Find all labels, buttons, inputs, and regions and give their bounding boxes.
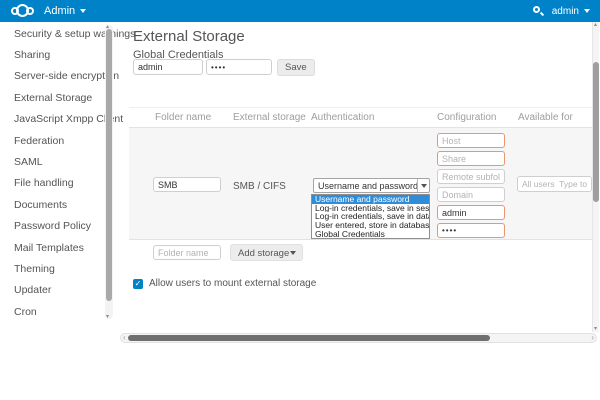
sidebar-item-theming[interactable]: Theming [0, 258, 104, 279]
storage-type-label: SMB / CIFS [233, 181, 286, 192]
allow-mount-checkbox[interactable]: ✓ [133, 279, 143, 289]
sidebar-scrollbar-thumb[interactable] [106, 29, 112, 301]
config-host-input[interactable] [437, 133, 505, 148]
auth-option-username-password[interactable]: Username and password [312, 195, 429, 204]
sidebar-item-file-handling[interactable]: File handling [0, 173, 104, 194]
horizontal-scrollbar[interactable]: ‹ › [120, 333, 597, 343]
sidebar-item-mail-templates[interactable]: Mail Templates [0, 237, 104, 258]
scroll-up-icon[interactable]: ▴ [594, 22, 597, 28]
sidebar-scrollbar[interactable]: ▴ ▾ [105, 25, 113, 319]
top-header-bar: Admin admin [0, 0, 600, 22]
user-menu-label: admin [552, 6, 579, 17]
sidebar-item-sharing[interactable]: Sharing [0, 44, 104, 65]
horizontal-scrollbar-thumb[interactable] [128, 335, 490, 341]
scroll-right-icon[interactable]: › [591, 334, 594, 342]
config-share-input[interactable] [437, 151, 505, 166]
auth-option-login-database[interactable]: Log-in credentials, save in database [312, 212, 429, 221]
user-menu-button[interactable]: admin [552, 0, 590, 22]
sidebar-item-cron[interactable]: Cron [0, 301, 104, 322]
sidebar-item-javascript-xmpp-client[interactable]: JavaScript Xmpp Client [0, 109, 104, 130]
app-menu-button[interactable]: Admin [44, 0, 86, 22]
allow-mount-row: ✓ Allow users to mount external storage [133, 278, 316, 289]
add-storage-select[interactable]: Add storage [230, 244, 303, 261]
col-header-authentication: Authentication [311, 112, 374, 123]
config-password-input[interactable] [437, 223, 505, 238]
sidebar-item-server-side-encryption[interactable]: Server-side encryption [0, 66, 104, 87]
col-header-external-storage: External storage [233, 112, 306, 123]
new-folder-name-input[interactable] [153, 245, 221, 260]
global-credentials-username-input[interactable] [133, 59, 203, 75]
sidebar-item-documents[interactable]: Documents [0, 194, 104, 215]
config-domain-input[interactable] [437, 187, 505, 202]
col-header-available-for: Available for [518, 112, 573, 123]
save-button[interactable]: Save [277, 59, 315, 76]
auth-option-user-entered-database[interactable]: User entered, store in database [312, 221, 429, 230]
authentication-dropdown-list: Username and password Log-in credentials… [311, 194, 430, 239]
sidebar-item-external-storage[interactable]: External Storage [0, 87, 104, 108]
vertical-scrollbar-thumb[interactable] [593, 62, 599, 202]
sidebar-item-saml[interactable]: SAML [0, 151, 104, 172]
page-title: External Storage [133, 28, 245, 45]
scroll-left-icon[interactable]: ‹ [123, 334, 126, 342]
col-header-configuration: Configuration [437, 112, 496, 123]
config-username-input[interactable] [437, 205, 505, 220]
vertical-scrollbar[interactable]: ▴ ▾ [592, 22, 599, 332]
app-menu-label: Admin [44, 5, 75, 17]
sidebar-item-security-setup-warnings[interactable]: Security & setup warnings [0, 23, 104, 44]
folder-name-input[interactable] [153, 177, 221, 192]
sidebar-item-federation[interactable]: Federation [0, 130, 104, 151]
config-remote-subfolder-input[interactable] [437, 169, 505, 184]
search-icon[interactable] [532, 5, 544, 17]
table-header-row: Folder name External storage Authenticat… [129, 107, 593, 128]
add-storage-row: Add storage [129, 240, 593, 265]
col-header-folder-name: Folder name [155, 112, 211, 123]
authentication-selected-value: Username and password [318, 181, 418, 191]
sidebar-item-updater[interactable]: Updater [0, 280, 104, 301]
sidebar-item-password-policy[interactable]: Password Policy [0, 216, 104, 237]
settings-sidebar: Security & setup warnings Sharing Server… [0, 22, 104, 322]
add-storage-label: Add storage [238, 248, 289, 259]
authentication-select[interactable]: Username and password [313, 178, 430, 193]
allow-mount-label: Allow users to mount external storage [149, 278, 316, 289]
caret-down-icon [80, 9, 86, 13]
available-for-input[interactable] [517, 176, 592, 192]
logo-circle [16, 4, 29, 17]
nextcloud-logo-icon [11, 4, 34, 17]
caret-down-icon [584, 9, 590, 13]
global-credentials-password-input[interactable] [206, 59, 272, 75]
auth-option-login-session[interactable]: Log-in credentials, save in session [312, 204, 429, 213]
scroll-down-icon[interactable]: ▾ [594, 326, 597, 332]
auth-option-global-credentials[interactable]: Global Credentials [312, 230, 429, 239]
external-storage-table: Folder name External storage Authenticat… [129, 107, 593, 265]
select-caret-icon[interactable] [417, 179, 429, 192]
caret-down-icon [290, 251, 296, 255]
scroll-down-icon[interactable]: ▾ [106, 314, 109, 320]
